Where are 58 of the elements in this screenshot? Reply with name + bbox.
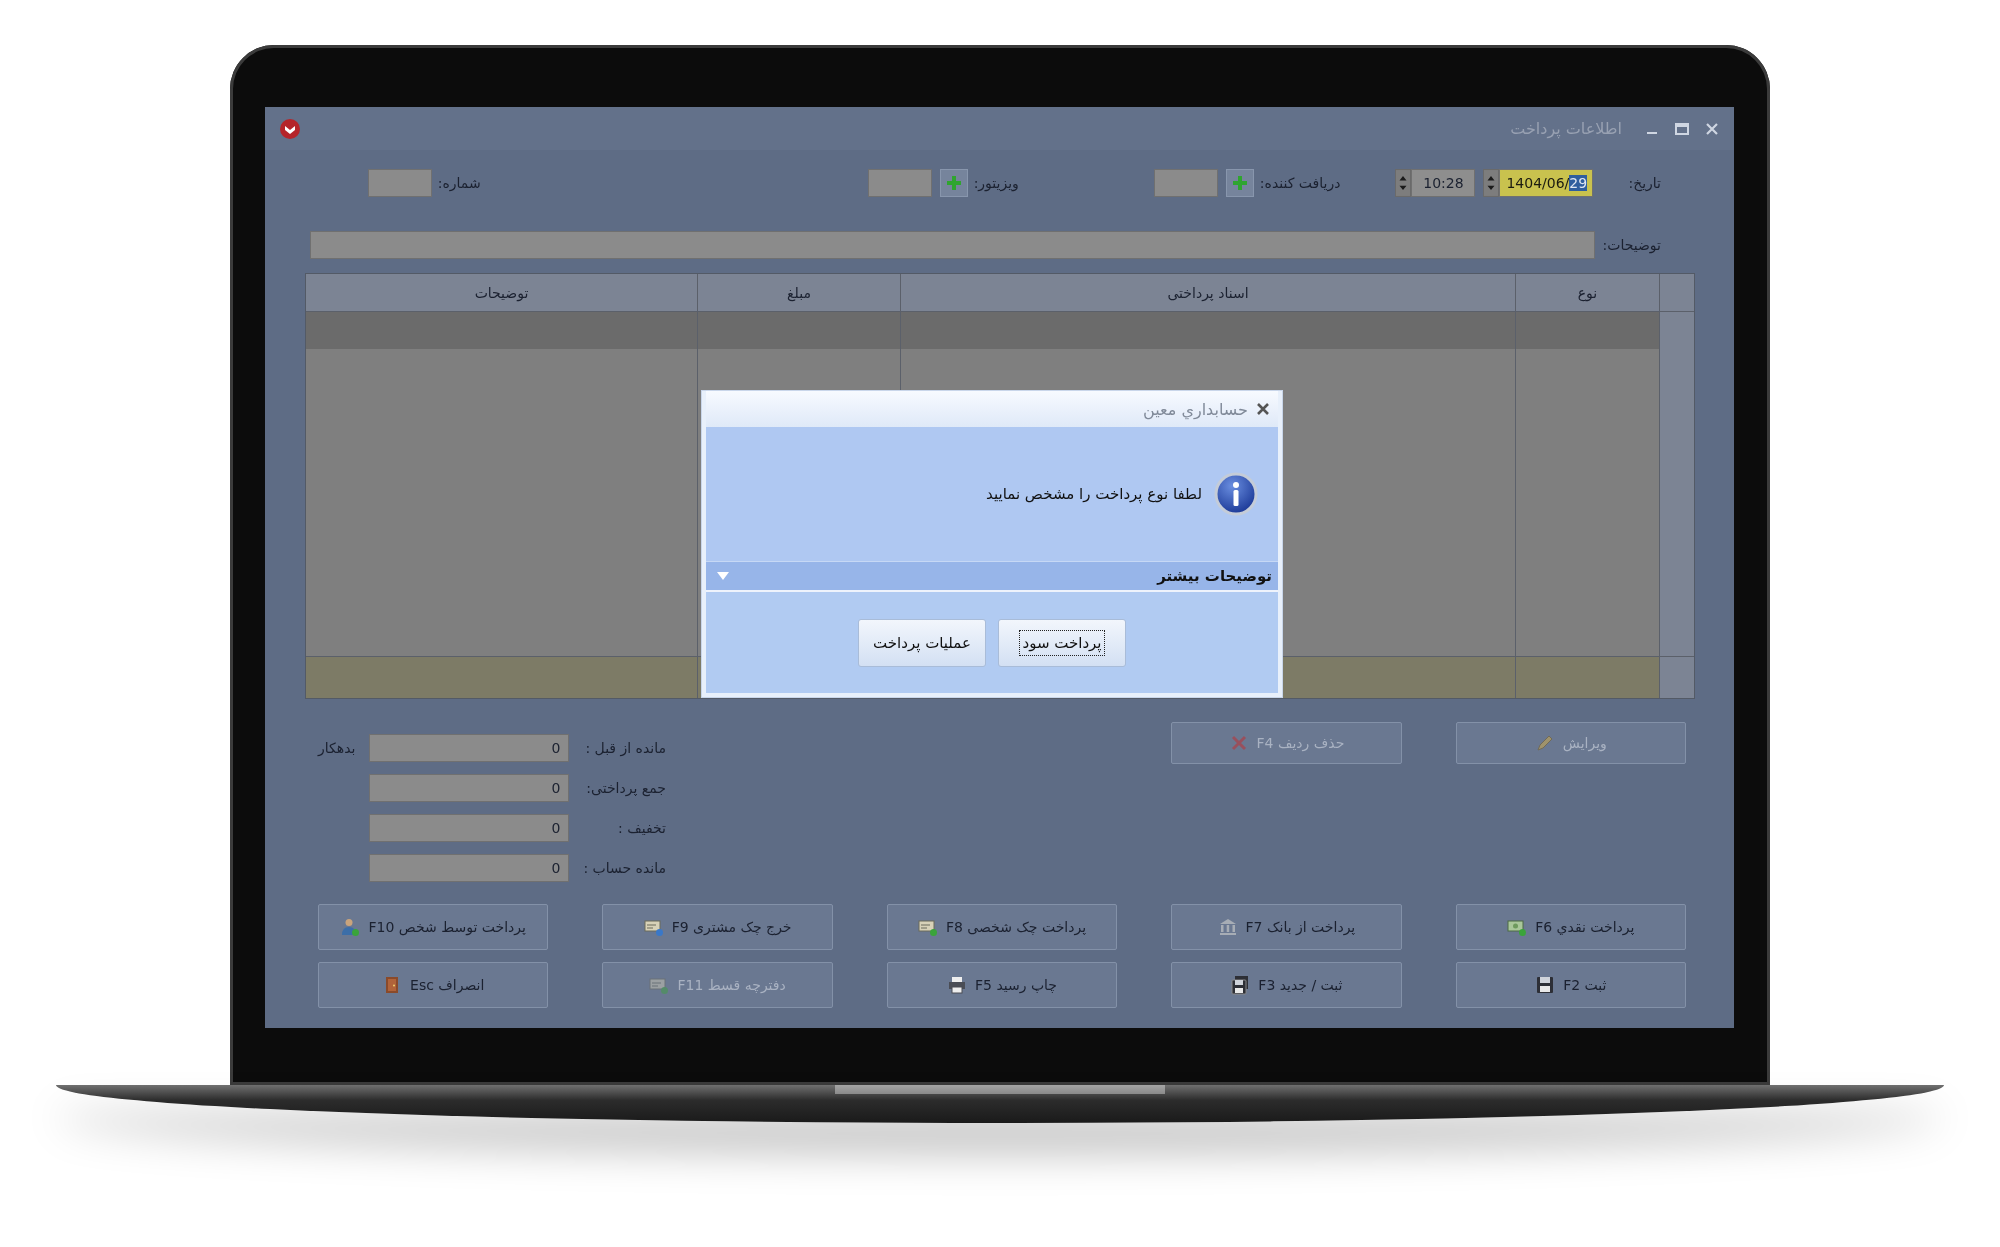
field-label: مانده حساب :	[583, 860, 666, 876]
app-logo-icon	[279, 117, 301, 140]
field-label: ویزیتور:	[973, 175, 1019, 191]
time-field[interactable]: 10:28	[1411, 169, 1476, 197]
close-icon[interactable]	[1704, 120, 1720, 137]
banknote-icon	[1507, 917, 1528, 937]
amount-field[interactable]: 0	[369, 814, 570, 842]
dialog-button[interactable]: پرداخت سود	[998, 618, 1126, 667]
floppy-disk-icon	[1230, 975, 1251, 995]
personal-cheque-button[interactable]: پرداخت چک شخصی F8	[886, 904, 1118, 950]
number-field[interactable]	[367, 169, 432, 197]
bank-payment-button[interactable]: پرداخت از بانک F7	[1171, 904, 1402, 950]
bank-icon	[1217, 917, 1238, 937]
field-label: شماره:	[437, 175, 481, 191]
person-payment-button[interactable]: پرداخت توسط شخص F10	[318, 904, 549, 950]
visitor-field[interactable]	[867, 169, 932, 197]
pencil-icon	[1534, 733, 1555, 753]
maximize-icon[interactable]	[1674, 120, 1690, 137]
save-new-button[interactable]: ثبت / جدید F3	[1171, 962, 1402, 1008]
details-expander[interactable]: توضیحات بیشتر	[706, 561, 1278, 590]
column-header[interactable]: نوع	[1515, 274, 1659, 311]
plus-icon	[944, 174, 963, 192]
info-icon	[1214, 472, 1258, 516]
printer-icon	[947, 975, 967, 995]
dialog-button[interactable]: عملیات پرداخت	[858, 618, 986, 667]
cheque-icon	[917, 917, 938, 937]
receiver-field[interactable]	[1153, 169, 1218, 197]
dialog-title: حسابداري معين	[1143, 399, 1248, 419]
field-label: تاریخ:	[1628, 175, 1661, 191]
cheque-icon	[649, 975, 670, 995]
add-button[interactable]	[1225, 169, 1254, 197]
save-button[interactable]: ثبت F2	[1455, 962, 1686, 1008]
date-field[interactable]: 1404/06/29	[1499, 169, 1594, 197]
field-label: جمع پرداختی:	[585, 780, 666, 796]
spin-button[interactable]	[1395, 169, 1412, 197]
description-field[interactable]	[310, 231, 1595, 259]
amount-field[interactable]: 0	[369, 854, 570, 882]
amount-field[interactable]: 0	[369, 774, 570, 802]
field-label: تخفیف :	[617, 820, 666, 836]
person-icon	[340, 917, 361, 937]
column-header[interactable]: اسناد پرداختی	[900, 274, 1515, 311]
add-button[interactable]	[939, 169, 968, 197]
field-label: دریافت کننده:	[1259, 175, 1341, 191]
cheque-icon	[643, 917, 664, 937]
plus-icon	[1230, 174, 1249, 192]
field-label: مانده از قبل :	[584, 740, 666, 756]
balance-type-label: بدهکار	[318, 740, 356, 756]
column-header[interactable]: توضیحات	[306, 274, 697, 311]
dialog-message: لطفا نوع پرداخت را مشخص نمایید	[986, 485, 1202, 503]
close-icon[interactable]	[1256, 402, 1270, 416]
amount-field[interactable]: 0	[369, 734, 570, 762]
customer-cheque-button[interactable]: خرج چک مشتری F9	[602, 904, 833, 950]
print-button[interactable]: چاپ رسید F5	[886, 962, 1118, 1008]
spin-button[interactable]	[1483, 169, 1500, 197]
cancel-button[interactable]: انصراف Esc	[318, 962, 549, 1008]
column-header[interactable]: مبلغ	[697, 274, 900, 311]
cash-payment-button[interactable]: پرداخت نقدي F6	[1455, 904, 1686, 950]
field-label: توضیحات:	[1602, 237, 1661, 253]
